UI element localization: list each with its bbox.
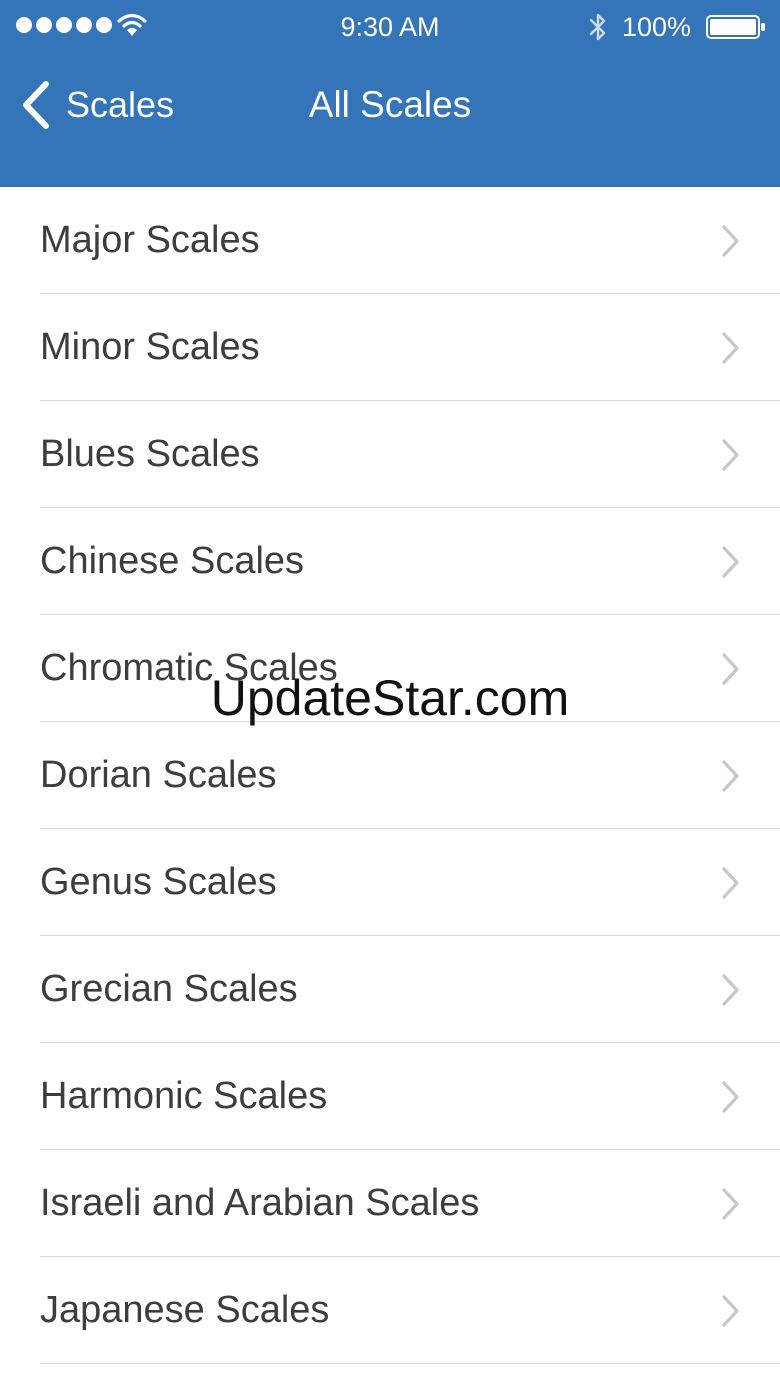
list-item-chromatic-scales[interactable]: Chromatic Scales <box>0 615 780 722</box>
chevron-right-icon <box>722 1295 739 1327</box>
list-item-major-scales[interactable]: Major Scales <box>0 187 780 294</box>
chevron-right-icon <box>722 760 739 792</box>
chevron-right-icon <box>722 974 739 1006</box>
list-item-label: Dorian Scales <box>40 754 277 796</box>
list-item-label: Israeli and Arabian Scales <box>40 1182 480 1224</box>
list-item-label: Japanese Scales <box>40 1289 330 1331</box>
list-item-israeli-and-arabian-scales[interactable]: Israeli and Arabian Scales <box>0 1150 780 1257</box>
list-item-label: Grecian Scales <box>40 968 298 1010</box>
battery-percentage: 100% <box>622 12 692 42</box>
list-item-label: Genus Scales <box>40 861 277 903</box>
chevron-right-icon <box>722 332 739 364</box>
list-item-label: Chinese Scales <box>40 540 305 582</box>
list-item-dorian-scales[interactable]: Dorian Scales <box>0 722 780 829</box>
chevron-right-icon <box>722 1081 739 1113</box>
list-item-label: Blues Scales <box>40 433 260 475</box>
screen: 9:30 AM 100% Scales All Scales Major Sca… <box>0 0 780 1387</box>
navigation-header: 9:30 AM 100% Scales All Scales <box>0 0 780 187</box>
list-item-minor-scales[interactable]: Minor Scales <box>0 294 780 401</box>
list-item-chinese-scales[interactable]: Chinese Scales <box>0 508 780 615</box>
list-item-japanese-scales[interactable]: Japanese Scales <box>0 1257 780 1364</box>
list-item-label: Major Scales <box>40 219 260 261</box>
chevron-right-icon <box>722 439 739 471</box>
bluetooth-icon <box>589 13 606 41</box>
status-bar: 9:30 AM 100% <box>0 0 780 54</box>
battery-icon <box>706 15 765 39</box>
chevron-right-icon <box>722 653 739 685</box>
scales-list: Major Scales Minor Scales Blues Scales C… <box>0 187 780 1364</box>
list-item-label: Chromatic Scales <box>40 647 338 689</box>
chevron-right-icon <box>722 867 739 899</box>
chevron-right-icon <box>722 546 739 578</box>
list-item-genus-scales[interactable]: Genus Scales <box>0 829 780 936</box>
list-item-label: Harmonic Scales <box>40 1075 328 1117</box>
list-item-blues-scales[interactable]: Blues Scales <box>0 401 780 508</box>
list-item-label: Minor Scales <box>40 326 260 368</box>
list-item-harmonic-scales[interactable]: Harmonic Scales <box>0 1043 780 1150</box>
chevron-right-icon <box>722 1188 739 1220</box>
list-item-grecian-scales[interactable]: Grecian Scales <box>0 936 780 1043</box>
page-title: All Scales <box>308 84 472 125</box>
chevron-right-icon <box>722 225 739 257</box>
